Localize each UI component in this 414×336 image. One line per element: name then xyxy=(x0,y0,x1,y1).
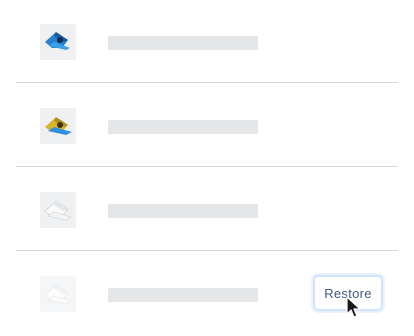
list-item[interactable] xyxy=(16,84,398,168)
part-thumbnail-icon xyxy=(40,192,76,228)
file-list: Restore xyxy=(0,0,414,335)
text-placeholder xyxy=(108,288,258,302)
text-placeholder xyxy=(108,120,258,134)
part-thumbnail-icon xyxy=(40,108,76,144)
list-item[interactable] xyxy=(16,0,398,84)
part-thumbnail-icon xyxy=(40,276,76,312)
text-placeholder xyxy=(108,36,258,50)
mouse-pointer-icon xyxy=(346,296,361,318)
list-item[interactable]: Restore xyxy=(16,252,398,336)
text-placeholder xyxy=(108,204,258,218)
divider xyxy=(16,82,398,83)
list-item[interactable] xyxy=(16,168,398,252)
divider xyxy=(16,250,398,251)
divider xyxy=(16,166,398,167)
part-thumbnail-icon xyxy=(40,24,76,60)
